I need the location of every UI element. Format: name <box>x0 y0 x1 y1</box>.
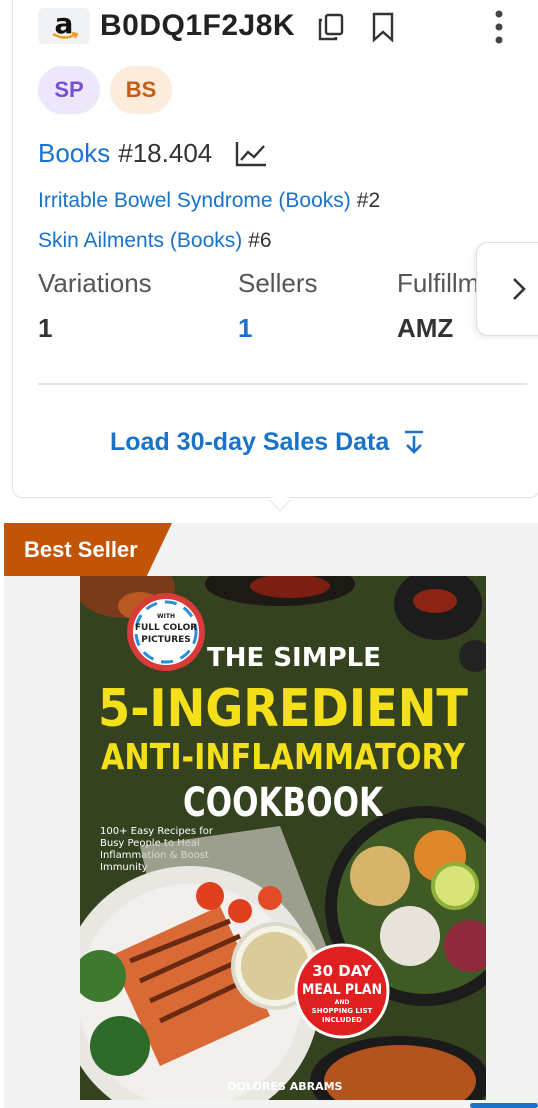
main-rank-value: #18.404 <box>118 138 213 168</box>
book-cover-image[interactable]: WITH FULL COLOR PICTURES THE SIMPLE 5-IN… <box>80 576 486 1100</box>
variations-label: Variations <box>38 268 152 298</box>
copy-icon[interactable] <box>312 8 350 46</box>
amazon-logo-icon: a <box>38 7 90 44</box>
main-rank: Books #18.404 <box>38 138 268 169</box>
sub-category-link[interactable]: Skin Ailments (Books) <box>38 229 242 252</box>
cover-subtitle: 100+ Easy Recipes for <box>100 826 214 837</box>
bookmark-icon[interactable] <box>366 8 400 46</box>
svg-text:MEAL PLAN: MEAL PLAN <box>302 982 382 998</box>
sellers-value-link[interactable]: 1 <box>238 313 317 344</box>
download-arrow-icon <box>405 430 424 454</box>
svg-text:AND: AND <box>335 999 350 1006</box>
sub-rank-1: Irritable Bowel Syndrome (Books) #2 <box>38 189 380 213</box>
cover-title-line2: 5-INGREDIENT <box>98 679 468 739</box>
rank-chart-icon[interactable] <box>234 140 268 168</box>
main-category-link[interactable]: Books <box>38 138 110 169</box>
cover-title-line3: ANTI-INFLAMMATORY <box>101 737 466 778</box>
badge-group: SP BS <box>38 66 172 114</box>
load-sales-label: Load 30-day Sales Data <box>110 427 390 456</box>
svg-text:INCLUDED: INCLUDED <box>322 1016 362 1024</box>
sub-rank-2: Skin Ailments (Books) #6 <box>38 229 272 253</box>
scroll-right-button[interactable] <box>476 242 538 336</box>
cover-seal: 30 DAY <box>312 962 373 980</box>
asin-row: a B0DQ1F2J8K <box>38 6 295 46</box>
divider <box>38 383 527 385</box>
cover-author: DOLORES ABRAMS <box>228 1080 343 1093</box>
svg-text:Immunity: Immunity <box>100 862 148 873</box>
fulfillment-value: AMZ <box>397 313 454 343</box>
cover-title-line1: THE SIMPLE <box>207 643 381 673</box>
carousel-indicator <box>470 1103 538 1108</box>
asin-text: B0DQ1F2J8K <box>100 9 296 42</box>
sellers-label: Sellers <box>238 268 318 298</box>
load-sales-data-button[interactable]: Load 30-day Sales Data <box>110 422 425 462</box>
sub-rank-value: #6 <box>248 229 272 252</box>
fulfillment-label: Fulfillment <box>397 268 477 298</box>
chevron-right-icon <box>513 278 526 300</box>
sellers-stat: Sellers 1 <box>238 268 317 344</box>
bs-badge: BS <box>110 66 172 114</box>
sub-rank-value: #2 <box>356 189 381 212</box>
fulfillment-stat: Fulfillment AMZ <box>397 268 477 344</box>
best-seller-ribbon: Best Seller <box>4 523 172 576</box>
cover-title-line4: COOKBOOK <box>183 780 385 826</box>
variations-stat: Variations 1 <box>38 268 152 344</box>
more-options-icon[interactable] <box>484 6 514 48</box>
sub-category-link[interactable]: Irritable Bowel Syndrome (Books) <box>38 189 351 212</box>
cover-badge-text: WITH <box>157 613 175 620</box>
svg-text:PICTURES: PICTURES <box>141 635 191 645</box>
variations-value: 1 <box>38 313 53 343</box>
svg-text:FULL COLOR: FULL COLOR <box>135 623 197 633</box>
svg-text:SHOPPING LIST: SHOPPING LIST <box>312 1007 373 1015</box>
sp-badge: SP <box>38 66 100 114</box>
